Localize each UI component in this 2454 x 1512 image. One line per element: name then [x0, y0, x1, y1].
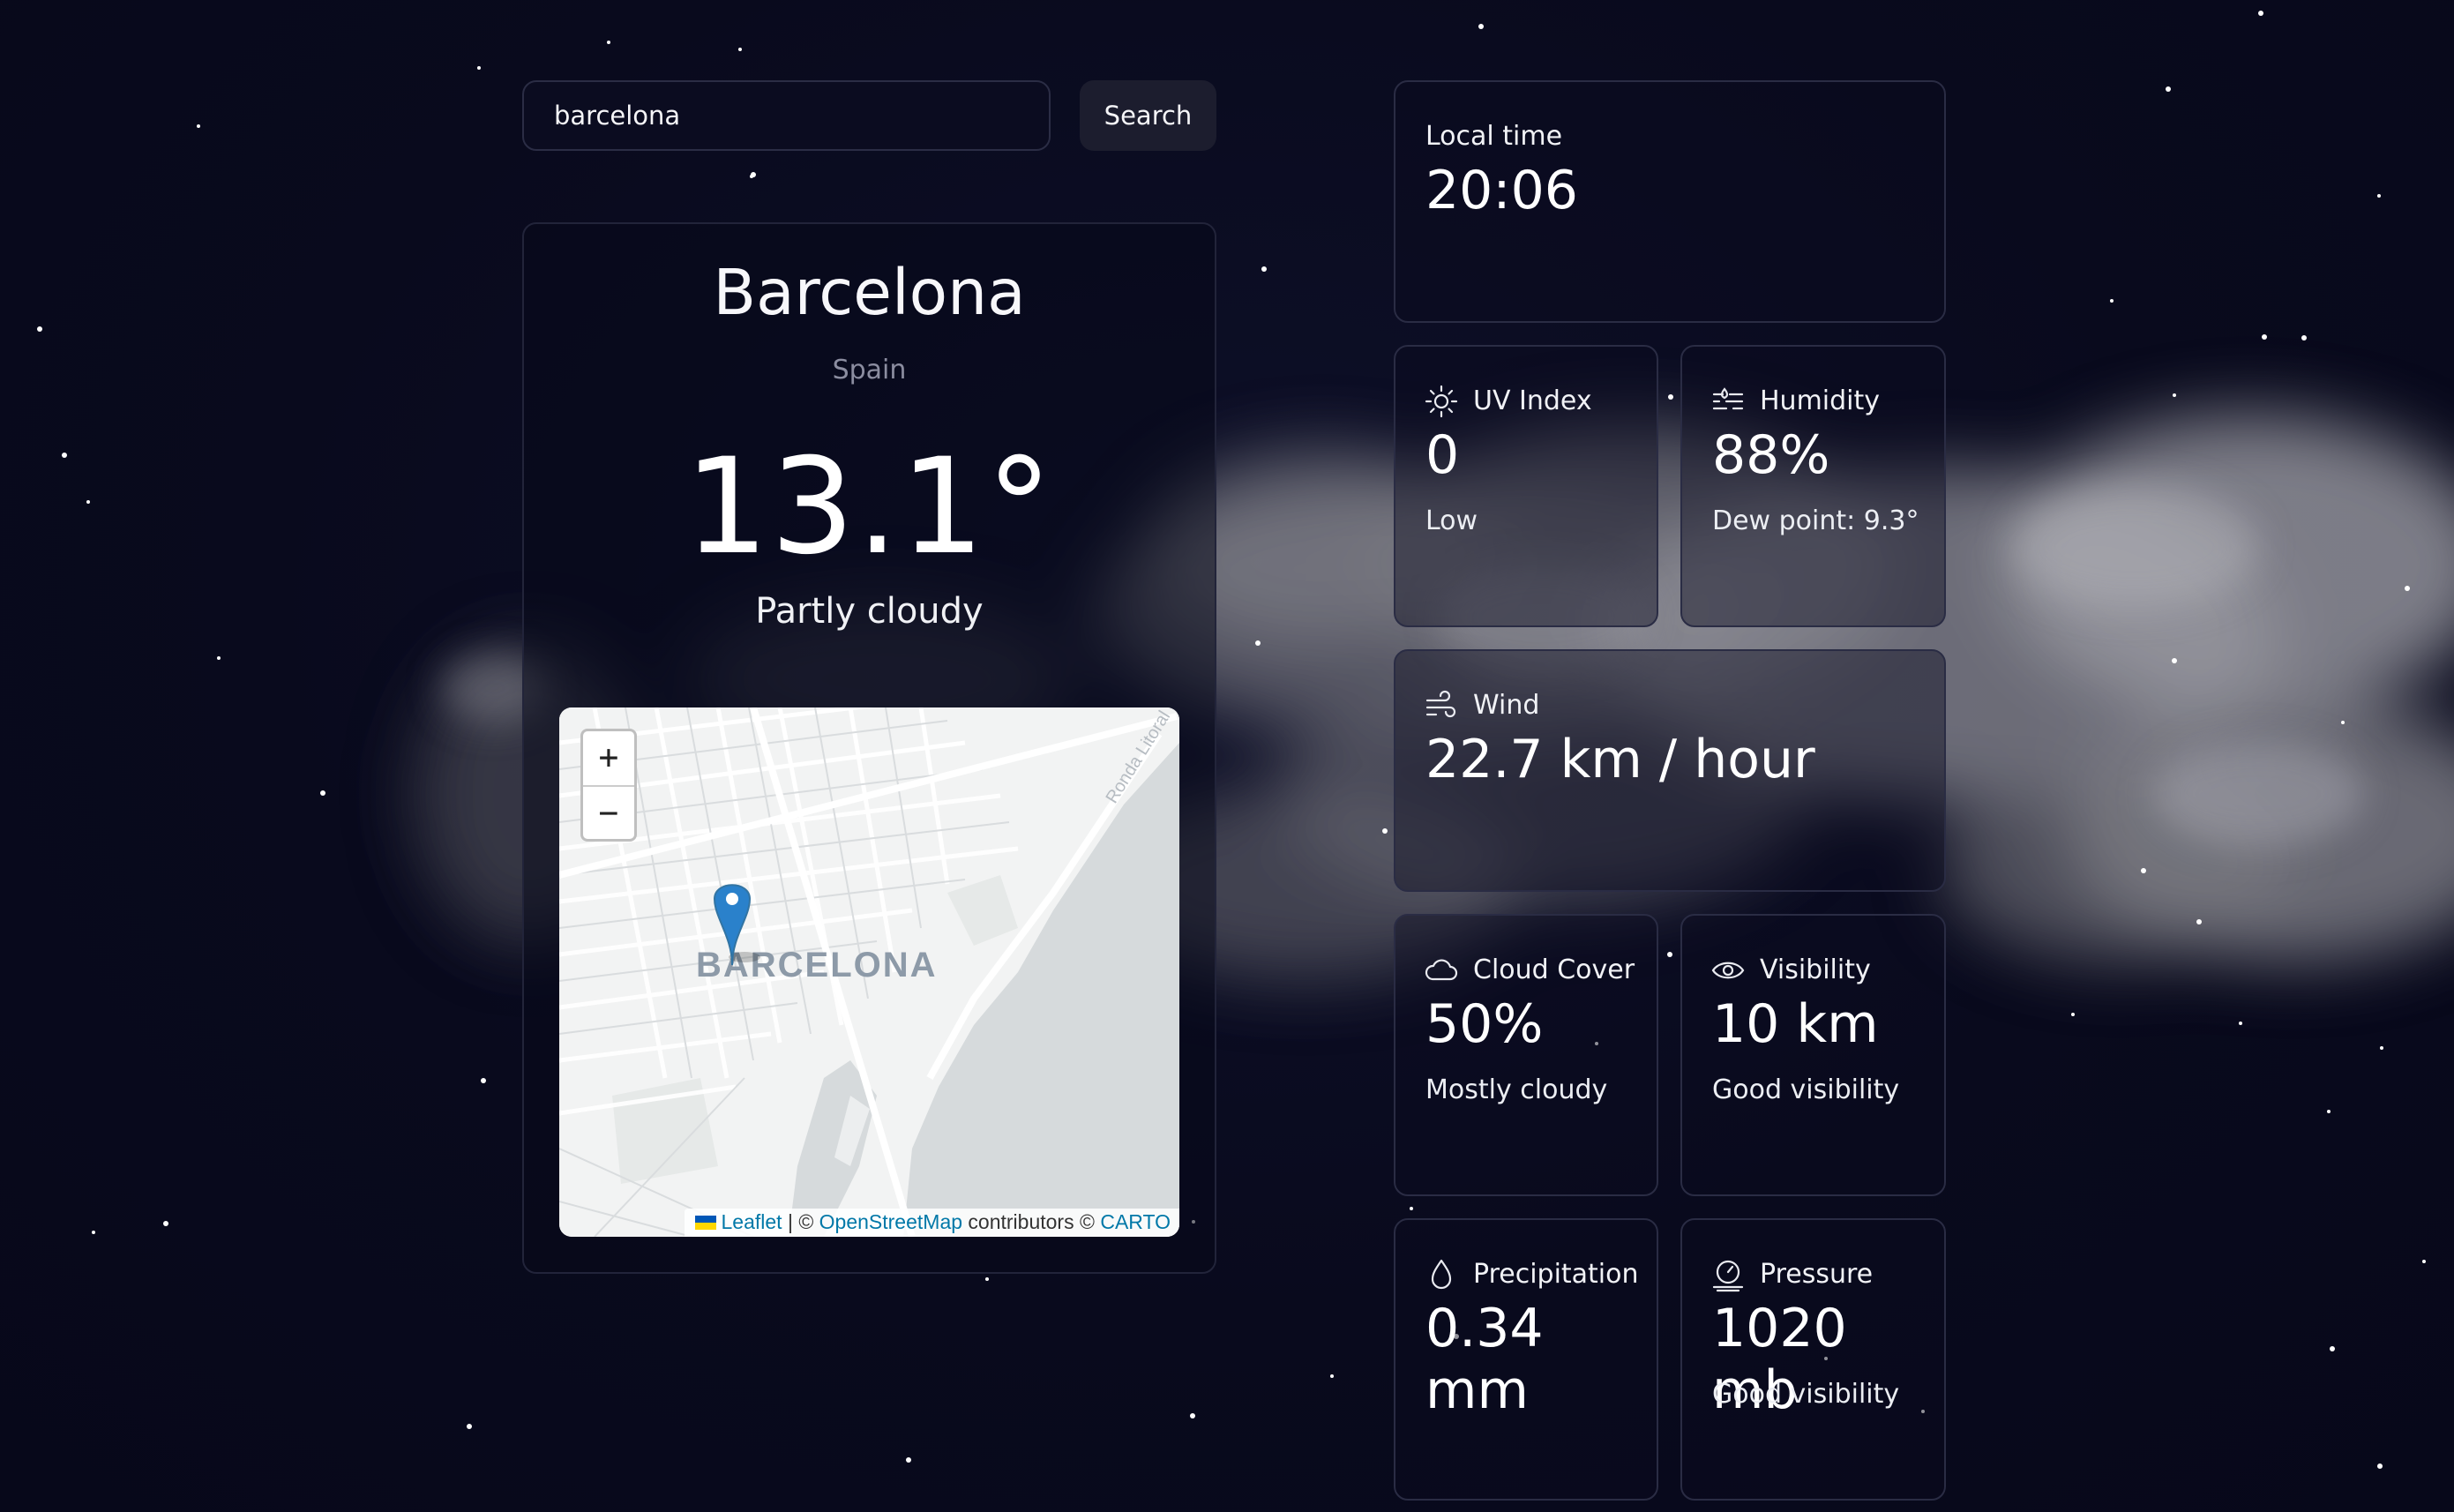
gauge-icon [1712, 1260, 1744, 1292]
country-name: Spain [832, 355, 907, 385]
tile-title: Pressure [1760, 1259, 1874, 1290]
tile-title: UV Index [1473, 385, 1592, 416]
zoom-out-button[interactable]: − [583, 787, 634, 841]
visibility-label: Good visibility [1712, 1074, 1900, 1105]
tile-title: Humidity [1760, 385, 1881, 416]
eye-icon [1711, 962, 1745, 979]
zoom-in-button[interactable]: + [583, 731, 634, 787]
precipitation-tile: Precipitation 0.34 mm [1394, 1218, 1658, 1501]
carto-link[interactable]: CARTO [1100, 1210, 1171, 1233]
map-attribution: Leaflet | © OpenStreetMap contributors ©… [684, 1209, 1179, 1237]
osm-link[interactable]: OpenStreetMap [819, 1210, 962, 1233]
cloud-cover-tile: Cloud Cover 50% Mostly cloudy [1394, 914, 1658, 1196]
humidity-value: 88% [1712, 424, 1830, 486]
wind-tile: Wind 22.7 km / hour [1394, 649, 1946, 892]
local-time-tile: Local time 20:06 [1394, 80, 1946, 323]
humidity-icon [1712, 387, 1744, 410]
dew-point: Dew point: 9.3° [1712, 505, 1919, 536]
location-map[interactable]: Ronda Litoral BARCELONA + − Leaflet | © … [559, 707, 1179, 1237]
tile-title: Local time [1425, 121, 1563, 152]
night-sky-background [37, 11, 2454, 1469]
humidity-tile: Humidity 88% Dew point: 9.3° [1680, 345, 1946, 627]
ukraine-flag-icon [694, 1216, 716, 1230]
sun-icon [1425, 385, 1458, 418]
tile-title: Cloud Cover [1473, 954, 1635, 985]
visibility-tile: Visibility 10 km Good visibility [1680, 914, 1946, 1196]
local-time-value: 20:06 [1425, 160, 1578, 221]
uv-index-value: 0 [1425, 424, 1460, 486]
precipitation-value: 0.34 mm [1425, 1298, 1544, 1421]
droplet-icon [1431, 1259, 1452, 1290]
tile-title: Visibility [1760, 954, 1871, 985]
pressure-tile: Pressure 1020 mb Good visibility [1680, 1218, 1946, 1501]
uv-index-label: Low [1425, 505, 1478, 536]
cloud-icon [1425, 959, 1458, 981]
leaflet-link[interactable]: Leaflet [722, 1210, 782, 1233]
tile-title: Wind [1473, 690, 1540, 721]
pressure-label: Good visibility [1712, 1379, 1900, 1410]
tile-title: Precipitation [1473, 1259, 1639, 1290]
search-input[interactable] [522, 80, 1051, 151]
cloud-cover-label: Mostly cloudy [1425, 1074, 1608, 1105]
map-tiles: Ronda Litoral BARCELONA [559, 707, 1179, 1237]
city-name: Barcelona [713, 256, 1026, 329]
wind-icon [1425, 690, 1456, 718]
visibility-value: 10 km [1712, 993, 1879, 1055]
wind-value: 22.7 km / hour [1425, 729, 1815, 790]
uv-index-tile: UV Index 0 Low [1394, 345, 1658, 627]
map-zoom-control: + − [580, 729, 637, 842]
search-button[interactable]: Search [1080, 80, 1216, 151]
current-temperature: 13.1° [685, 430, 1054, 584]
cloud-cover-value: 50% [1425, 993, 1544, 1055]
weather-condition: Partly cloudy [755, 591, 984, 632]
